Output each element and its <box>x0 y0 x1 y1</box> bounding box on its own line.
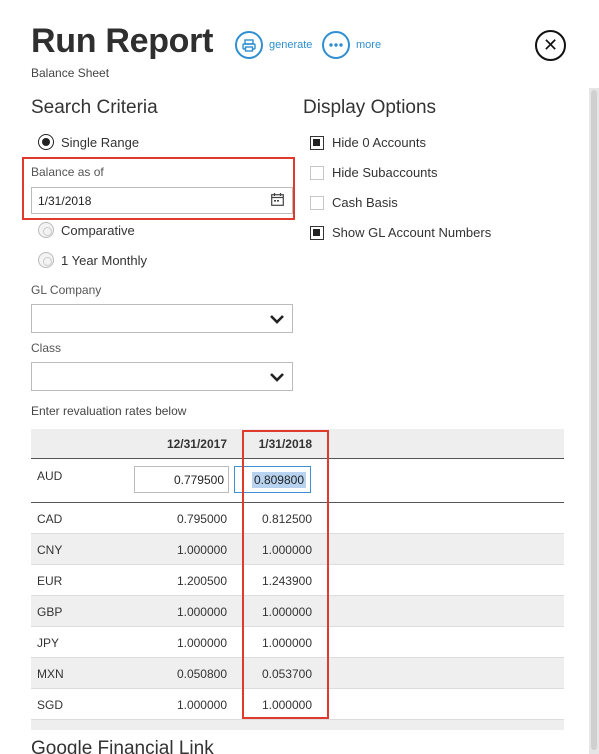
display-options-heading: Display Options <box>303 97 437 118</box>
currency-code: CAD <box>37 512 63 526</box>
balance-as-of-label: Balance as of <box>31 165 104 179</box>
checkbox[interactable] <box>310 225 324 240</box>
chevron-down-icon <box>270 315 284 324</box>
rate-value: 0.050800 <box>176 667 227 681</box>
rate-value: 1.000000 <box>176 698 227 712</box>
option-show-gl-account-numbers[interactable]: Show GL Account Numbers <box>310 225 491 240</box>
option-cash-basis[interactable]: Cash Basis <box>310 195 398 210</box>
search-criteria-heading: Search Criteria <box>31 97 158 118</box>
gl-company-label: GL Company <box>31 283 102 297</box>
currency-code: EUR <box>37 574 63 588</box>
ellipsis-icon <box>322 31 350 59</box>
chevron-down-icon <box>270 373 284 382</box>
balance-as-of-input[interactable]: 1/31/2018 <box>31 187 293 214</box>
radio-comparative[interactable]: Comparative <box>38 222 135 238</box>
gl-company-select[interactable] <box>31 304 293 333</box>
close-button[interactable]: ✕ <box>535 30 566 61</box>
generate-label: generate <box>269 39 313 51</box>
more-button[interactable]: more <box>322 31 381 59</box>
rate-value: 1.200500 <box>176 574 227 588</box>
currency-code: AUD <box>37 469 63 483</box>
generate-button[interactable]: generate <box>235 31 312 59</box>
currency-code: MXN <box>37 667 64 681</box>
currency-code: GBP <box>37 605 63 619</box>
currency-code: JPY <box>37 636 60 650</box>
scrollbar-thumb[interactable] <box>591 90 597 750</box>
google-financial-link-heading: Google Financial Link <box>31 738 214 754</box>
close-icon: ✕ <box>542 35 559 55</box>
radio-label: 1 Year Monthly <box>61 252 148 268</box>
radio-button[interactable] <box>38 252 54 268</box>
rate-value: 1.000000 <box>176 605 227 619</box>
radio-1-year-monthly[interactable]: 1 Year Monthly <box>38 252 147 268</box>
checkbox[interactable] <box>310 135 324 150</box>
column-header-12-31-2017: 12/31/2017 <box>166 437 227 451</box>
page-title: Run Report <box>31 22 214 60</box>
radio-button[interactable] <box>38 222 54 238</box>
calendar-icon[interactable] <box>271 193 284 206</box>
rate-value: 1.000000 <box>176 543 227 557</box>
option-label: Hide Subaccounts <box>332 165 438 180</box>
class-label: Class <box>31 341 62 355</box>
rate-value: 0.795000 <box>176 512 227 526</box>
checkbox[interactable] <box>310 165 324 180</box>
rate-value: 1.000000 <box>176 636 227 650</box>
checkbox[interactable] <box>310 195 324 210</box>
option-label: Hide 0 Accounts <box>332 135 426 150</box>
report-subtitle: Balance Sheet <box>31 66 110 80</box>
option-label: Show GL Account Numbers <box>332 225 492 240</box>
rate-input[interactable]: 0.779500 <box>134 466 229 493</box>
more-label: more <box>356 39 382 51</box>
radio-single-range[interactable]: Single Range <box>38 134 139 150</box>
radio-label: Single Range <box>61 134 140 150</box>
class-select[interactable] <box>31 362 293 391</box>
option-hide-0-accounts[interactable]: Hide 0 Accounts <box>310 135 426 150</box>
printer-icon <box>235 31 263 59</box>
currency-code: SGD <box>37 698 64 712</box>
option-hide-subaccounts[interactable]: Hide Subaccounts <box>310 165 438 180</box>
currency-code: CNY <box>37 543 63 557</box>
scrollbar[interactable] <box>589 88 599 754</box>
radio-button[interactable] <box>38 134 54 150</box>
option-label: Cash Basis <box>332 195 398 210</box>
radio-label: Comparative <box>61 222 135 238</box>
table-footer <box>31 720 564 730</box>
column-highlight <box>242 430 329 719</box>
revaluation-note: Enter revaluation rates below <box>31 404 187 418</box>
